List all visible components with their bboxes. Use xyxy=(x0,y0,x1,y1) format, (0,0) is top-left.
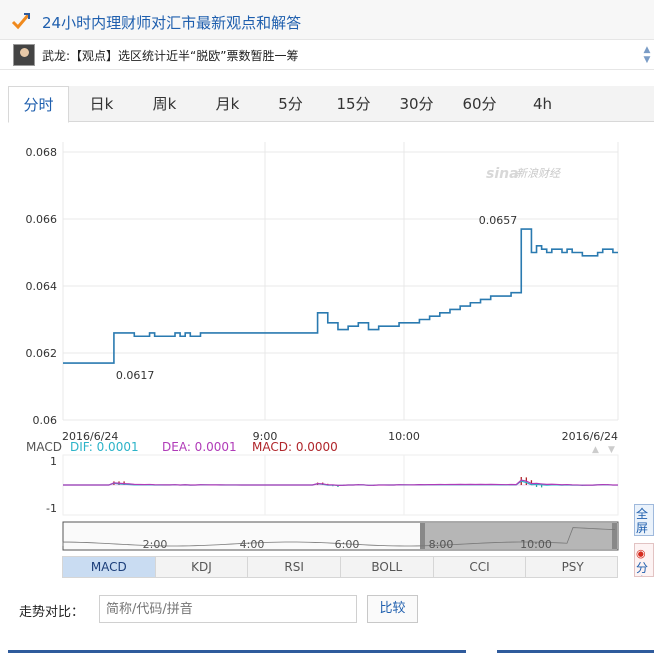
weibo-icon: ◉ xyxy=(636,547,646,560)
macd-y-tick: 1 xyxy=(50,455,57,468)
check-arrow-icon xyxy=(11,13,31,30)
compare-input[interactable] xyxy=(99,595,357,623)
max-value-label: 0.0657 xyxy=(479,214,518,227)
tab-8[interactable]: 4h xyxy=(512,86,573,122)
indicator-tabs: MACD KDJ RSI BOLL CCI PSY xyxy=(62,556,618,578)
x-tick-label: 2016/6/24 xyxy=(562,430,618,443)
macd-dif-label: DIF: 0.0001 xyxy=(70,440,139,454)
y-tick-label: 0.06 xyxy=(33,414,58,427)
fullscreen-button[interactable]: 全屏查看 xyxy=(634,504,654,536)
navigator-left-handle xyxy=(420,523,425,549)
watermark-text: 新浪财经 xyxy=(516,167,561,180)
macd-up-arrow-icon: ▲ xyxy=(592,445,599,455)
price-chart: 0.068 0.066 0.064 0.062 0.06 2016/6/24 9:00 10:… xyxy=(0,122,654,582)
section-divider xyxy=(497,650,654,659)
navigator-tick-label: 2:00 xyxy=(143,538,168,551)
news-scroll-icon[interactable]: ▲ ▼ xyxy=(642,45,652,65)
macd-label-label: MACD xyxy=(26,440,62,454)
price-line xyxy=(63,228,618,364)
tab-3[interactable]: 月k xyxy=(197,86,258,122)
y-tick-label: 0.068 xyxy=(26,146,58,159)
navigator-tick-label: 4:00 xyxy=(240,538,265,551)
indicator-tab-0[interactable]: MACD xyxy=(63,557,156,577)
section-divider xyxy=(8,650,466,659)
navigator-tick-label: 6:00 xyxy=(335,538,360,551)
y-tick-label: 0.062 xyxy=(26,347,58,360)
y-tick-label: 0.066 xyxy=(26,213,58,226)
indicator-tab-5[interactable]: PSY xyxy=(526,557,619,577)
y-tick-label: 0.064 xyxy=(26,280,58,293)
navigator-right-handle xyxy=(612,523,617,549)
compare-button[interactable]: 比较 xyxy=(367,595,418,623)
macd-dea-label: DEA: 0.0001 xyxy=(162,440,237,454)
news-ticker: 武龙:【观点】选区统计近半“脱欧”票数暂胜一筹 ▲ ▼ xyxy=(0,40,654,70)
macd-macd-label: MACD: 0.0000 xyxy=(252,440,338,454)
tab-6[interactable]: 30分 xyxy=(386,86,447,122)
indicator-tab-1[interactable]: KDJ xyxy=(156,557,249,577)
page-title[interactable]: 24小时内理财师对汇市最新观点和解答 xyxy=(42,12,301,33)
indicator-tab-3[interactable]: BOLL xyxy=(341,557,434,577)
news-headline[interactable]: 武龙:【观点】选区统计近半“脱欧”票数暂胜一筹 xyxy=(42,47,298,64)
share-button[interactable]: ◉ 分享 xyxy=(634,543,654,577)
tab-0[interactable]: 分时 xyxy=(8,86,69,123)
share-label: 分享 xyxy=(636,561,649,576)
min-value-label: 0.0617 xyxy=(116,369,155,382)
compare-label: 走势对比： xyxy=(19,605,85,620)
tab-7[interactable]: 60分 xyxy=(449,86,510,122)
avatar-icon xyxy=(13,44,35,66)
tab-1[interactable]: 日k xyxy=(71,86,132,122)
tab-5[interactable]: 15分 xyxy=(323,86,384,122)
macd-y-tick: -1 xyxy=(46,502,57,515)
navigator-tick-label: 8:00 xyxy=(429,538,454,551)
tab-4[interactable]: 5分 xyxy=(260,86,321,122)
navigator-tick-label: 10:00 xyxy=(520,538,552,551)
chart-svg: 0.0680.0660.0640.0620.062016/6/24 9:00 10:… xyxy=(26,142,619,551)
period-tabs: 分时 日k 周k 月k 5分 15分 30分 60分 4h xyxy=(8,86,654,123)
x-tick-label: 10:00 xyxy=(388,430,420,443)
macd-down-arrow-icon: ▼ xyxy=(608,445,615,455)
indicator-tab-4[interactable]: CCI xyxy=(434,557,527,577)
tab-2[interactable]: 周k xyxy=(134,86,195,122)
compare-bar: 走势对比： 比较 xyxy=(0,588,654,630)
indicator-tab-2[interactable]: RSI xyxy=(248,557,341,577)
sina-logo-icon: sina xyxy=(486,166,519,182)
header-bar: 24小时内理财师对汇市最新观点和解答 xyxy=(0,0,654,40)
